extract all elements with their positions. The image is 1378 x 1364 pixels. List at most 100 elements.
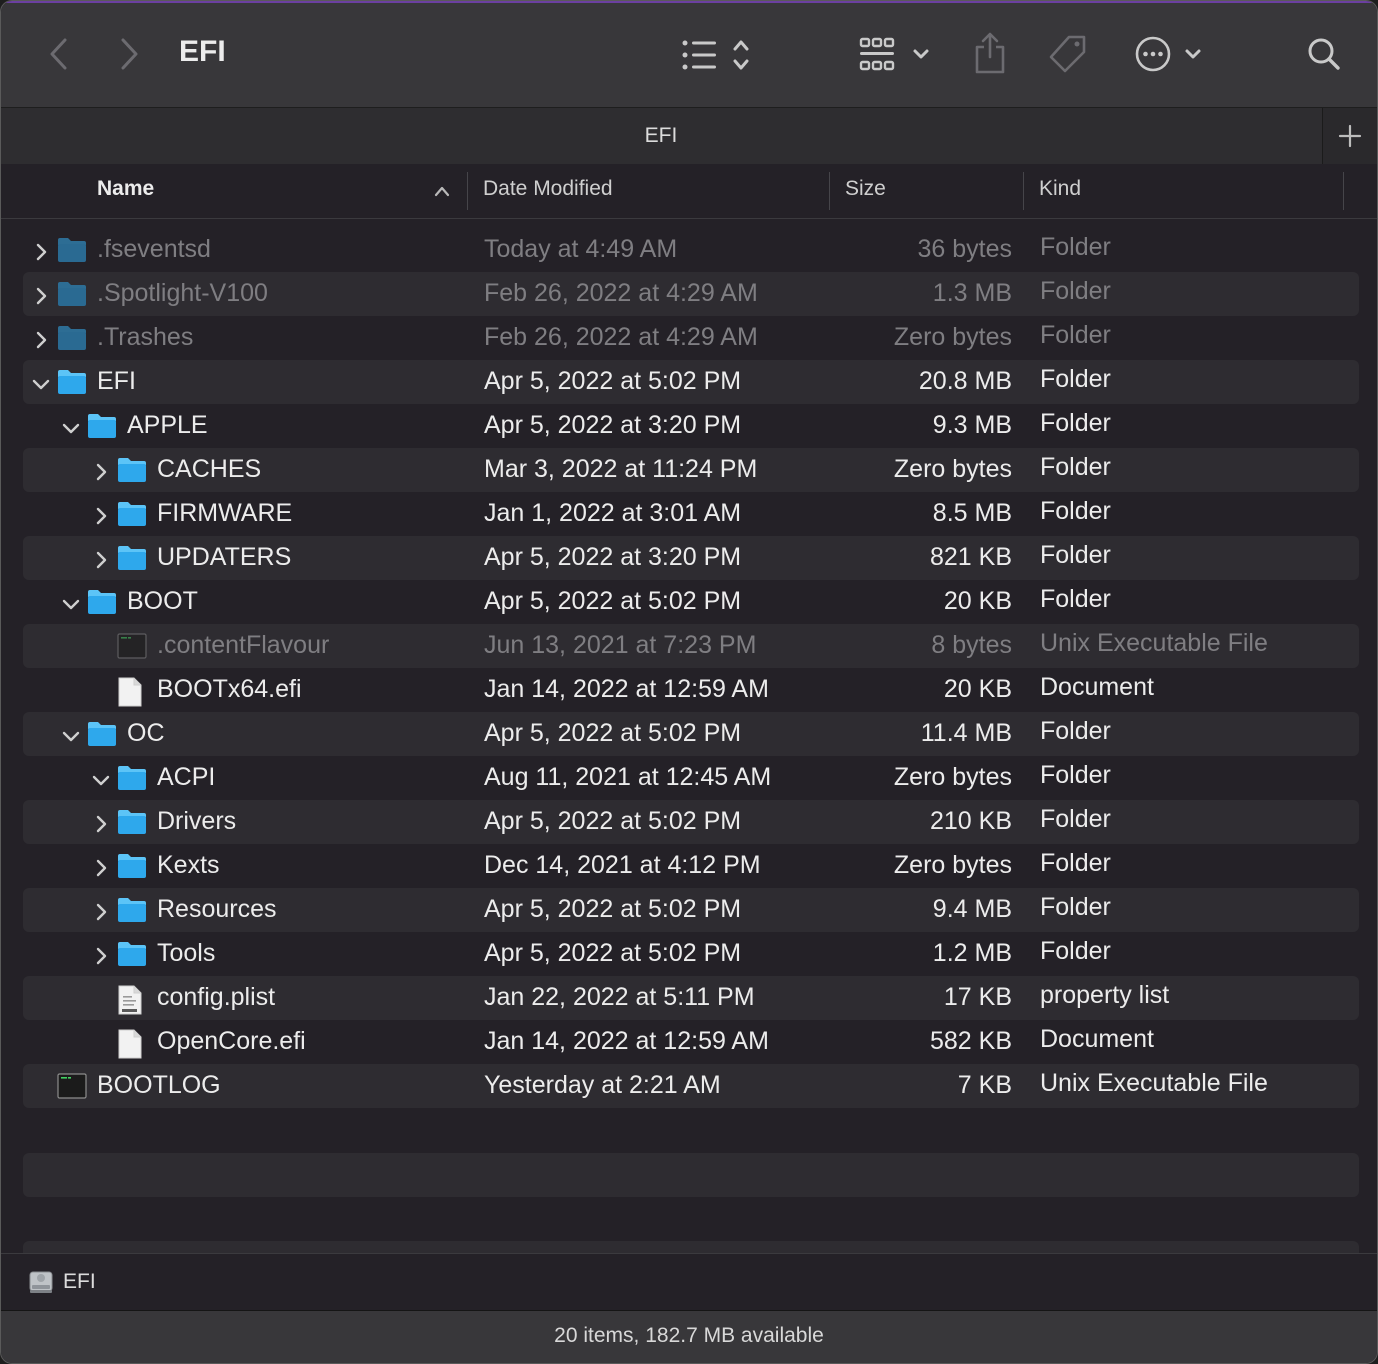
- disclosure-open-icon[interactable]: [31, 372, 51, 392]
- file-name[interactable]: OpenCore.efi: [157, 1027, 306, 1056]
- file-date: Apr 5, 2022 at 5:02 PM: [484, 719, 742, 747]
- sort-ascending-icon[interactable]: [433, 184, 451, 198]
- disclosure-closed-icon[interactable]: [31, 284, 51, 305]
- file-name[interactable]: .contentFlavour: [157, 631, 329, 660]
- file-row[interactable]: Tools Apr 5, 2022 at 5:02 PM 1.2 MB Folder: [23, 932, 1359, 976]
- disclosure-open-icon[interactable]: [61, 724, 81, 744]
- file-name[interactable]: Drivers: [157, 807, 236, 836]
- file-name[interactable]: .fseventsd: [97, 235, 211, 264]
- file-kind: Folder: [1040, 321, 1111, 349]
- file-name[interactable]: Kexts: [157, 851, 220, 880]
- disclosure-open-icon[interactable]: [61, 416, 81, 436]
- plist-file-icon: [117, 985, 143, 1022]
- file-row[interactable]: config.plist Jan 22, 2022 at 5:11 PM 17 KB…: [23, 976, 1359, 1020]
- disclosure-closed-icon[interactable]: [91, 900, 111, 921]
- column-separator[interactable]: [467, 172, 468, 210]
- folder-icon: [117, 897, 147, 930]
- disclosure-open-icon[interactable]: [61, 592, 81, 612]
- file-name[interactable]: ACPI: [157, 763, 215, 792]
- document-icon: [117, 1029, 143, 1066]
- file-row[interactable]: CACHES Mar 3, 2022 at 11:24 PM Zero bytes F…: [23, 448, 1359, 492]
- file-row[interactable]: .contentFlavour Jun 13, 2021 at 7:23 PM 8 …: [23, 624, 1359, 668]
- file-list: .fseventsd Today at 4:49 AM 36 bytes Folder…: [23, 228, 1359, 1108]
- share-icon[interactable]: [971, 31, 1009, 75]
- file-row[interactable]: Kexts Dec 14, 2021 at 4:12 PM Zero bytes Fo…: [23, 844, 1359, 888]
- file-name[interactable]: APPLE: [127, 411, 208, 440]
- file-row[interactable]: Resources Apr 5, 2022 at 5:02 PM 9.4 MB Fol…: [23, 888, 1359, 932]
- file-name[interactable]: BOOTx64.efi: [157, 675, 302, 704]
- column-separator[interactable]: [1023, 172, 1024, 210]
- file-kind: Folder: [1040, 497, 1111, 525]
- file-row[interactable]: ACPI Aug 11, 2021 at 12:45 AM Zero bytes Fo…: [23, 756, 1359, 800]
- file-kind: Document: [1040, 1025, 1154, 1053]
- group-view-icon[interactable]: [857, 35, 937, 75]
- file-kind: Folder: [1040, 365, 1111, 393]
- file-row[interactable]: BOOTx64.efi Jan 14, 2022 at 12:59 AM 20 KB…: [23, 668, 1359, 712]
- file-kind: Unix Executable File: [1040, 1069, 1268, 1097]
- more-actions-icon[interactable]: [1133, 33, 1209, 75]
- column-separator[interactable]: [1343, 172, 1344, 210]
- file-name[interactable]: config.plist: [157, 983, 275, 1012]
- file-name[interactable]: Tools: [157, 939, 215, 968]
- list-view-icon[interactable]: [679, 35, 759, 75]
- file-name[interactable]: BOOT: [127, 587, 198, 616]
- disclosure-closed-icon[interactable]: [91, 460, 111, 481]
- disclosure-closed-icon[interactable]: [91, 944, 111, 965]
- disclosure-closed-icon[interactable]: [91, 812, 111, 833]
- file-name[interactable]: UPDATERS: [157, 543, 291, 572]
- file-row[interactable]: .Spotlight-V100 Feb 26, 2022 at 4:29 AM 1.…: [23, 272, 1359, 316]
- column-kind[interactable]: Kind: [1039, 177, 1081, 201]
- folder-icon: [87, 413, 117, 446]
- file-name[interactable]: FIRMWARE: [157, 499, 292, 528]
- disclosure-closed-icon[interactable]: [31, 328, 51, 349]
- file-date: Jan 1, 2022 at 3:01 AM: [484, 499, 742, 527]
- file-name[interactable]: CACHES: [157, 455, 261, 484]
- disclosure-closed-icon[interactable]: [31, 240, 51, 261]
- disclosure-closed-icon[interactable]: [91, 504, 111, 525]
- disclosure-closed-icon[interactable]: [91, 856, 111, 877]
- file-size: 9.4 MB: [932, 895, 1012, 923]
- column-separator[interactable]: [829, 172, 830, 210]
- folder-icon: [117, 765, 147, 798]
- file-row[interactable]: Drivers Apr 5, 2022 at 5:02 PM 210 KB Folde…: [23, 800, 1359, 844]
- file-name[interactable]: OC: [127, 719, 165, 748]
- disclosure-open-icon[interactable]: [91, 768, 111, 788]
- file-row[interactable]: .fseventsd Today at 4:49 AM 36 bytes Folder: [23, 228, 1359, 272]
- file-date: Jan 14, 2022 at 12:59 AM: [484, 1027, 769, 1055]
- file-row[interactable]: APPLE Apr 5, 2022 at 3:20 PM 9.3 MB Folder: [23, 404, 1359, 448]
- file-date: Apr 5, 2022 at 5:02 PM: [484, 807, 742, 835]
- file-row[interactable]: FIRMWARE Jan 1, 2022 at 3:01 AM 8.5 MB Fold…: [23, 492, 1359, 536]
- search-icon[interactable]: [1305, 35, 1343, 73]
- file-row[interactable]: EFI Apr 5, 2022 at 5:02 PM 20.8 MB Folder: [23, 360, 1359, 404]
- file-row[interactable]: BOOTLOG Yesterday at 2:21 AM 7 KB Unix Exec…: [23, 1064, 1359, 1108]
- tab-bar: EFI: [1, 107, 1377, 165]
- forward-icon[interactable]: [113, 35, 145, 73]
- file-row[interactable]: OC Apr 5, 2022 at 5:02 PM 11.4 MB Folder: [23, 712, 1359, 756]
- file-name[interactable]: Resources: [157, 895, 277, 924]
- file-row[interactable]: BOOT Apr 5, 2022 at 5:02 PM 20 KB Folder: [23, 580, 1359, 624]
- column-size[interactable]: Size: [845, 177, 886, 201]
- column-name[interactable]: Name: [97, 177, 154, 201]
- tag-icon[interactable]: [1047, 33, 1089, 75]
- disk-icon[interactable]: [27, 1268, 55, 1296]
- column-date-modified[interactable]: Date Modified: [483, 177, 613, 201]
- disclosure-closed-icon[interactable]: [91, 548, 111, 569]
- file-kind: Folder: [1040, 717, 1111, 745]
- file-name[interactable]: BOOTLOG: [97, 1071, 221, 1100]
- path-item-efi[interactable]: EFI: [63, 1270, 96, 1294]
- folder-icon: [117, 853, 147, 886]
- new-tab-button[interactable]: [1322, 108, 1377, 164]
- file-row[interactable]: OpenCore.efi Jan 14, 2022 at 12:59 AM 582 …: [23, 1020, 1359, 1064]
- file-name[interactable]: .Spotlight-V100: [97, 279, 268, 308]
- file-size: 582 KB: [929, 1027, 1012, 1055]
- file-name[interactable]: EFI: [97, 367, 136, 396]
- file-size: 11.4 MB: [920, 719, 1012, 747]
- file-name[interactable]: .Trashes: [97, 323, 193, 352]
- file-row[interactable]: UPDATERS Apr 5, 2022 at 3:20 PM 821 KB Fold…: [23, 536, 1359, 580]
- column-header: Name Date Modified Size Kind: [1, 164, 1377, 219]
- file-date: Apr 5, 2022 at 5:02 PM: [484, 367, 742, 395]
- file-kind: Folder: [1040, 453, 1111, 481]
- file-row[interactable]: .Trashes Feb 26, 2022 at 4:29 AM Zero byte…: [23, 316, 1359, 360]
- tab-efi[interactable]: EFI: [1, 124, 1321, 148]
- back-icon[interactable]: [43, 35, 75, 73]
